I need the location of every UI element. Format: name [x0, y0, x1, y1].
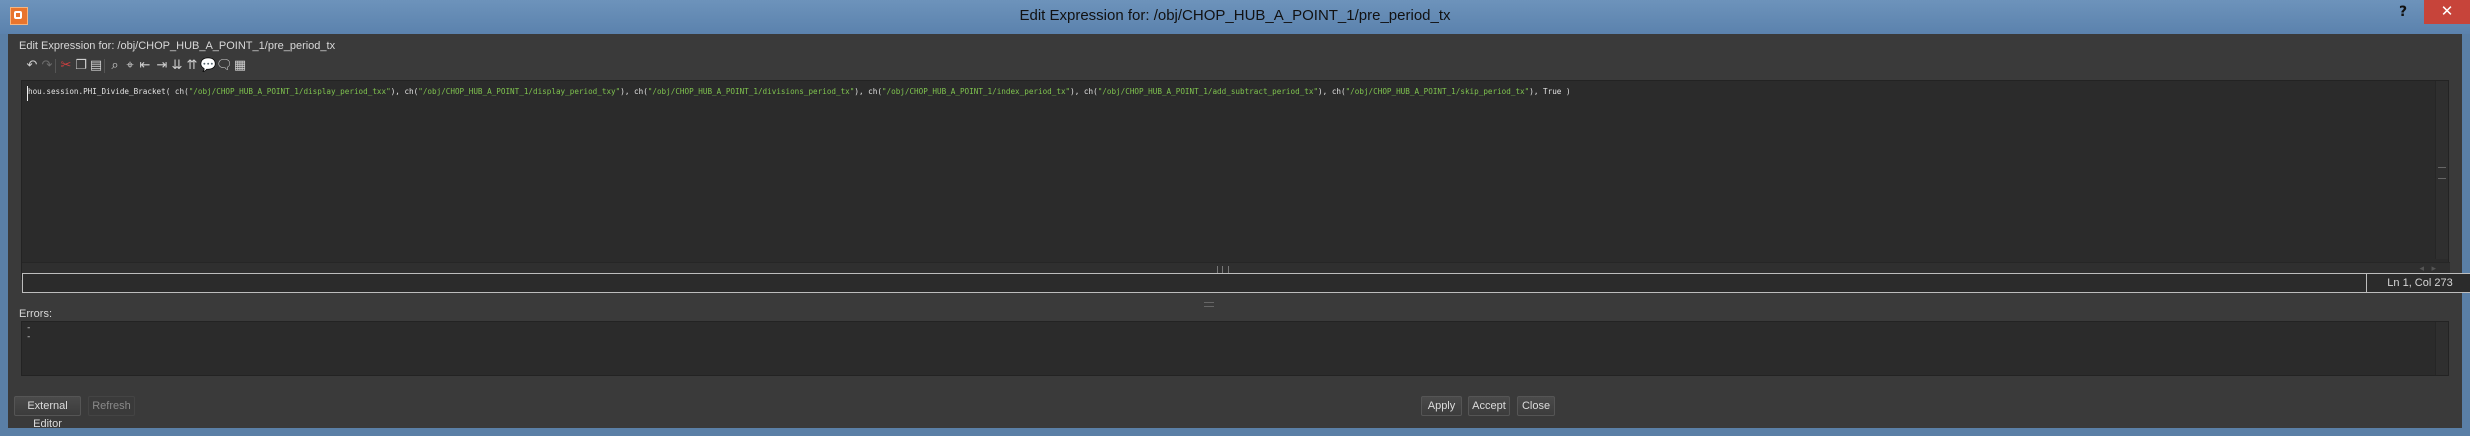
- code-token: ), True ): [1529, 87, 1571, 96]
- code-line-1[interactable]: hou.session.PHI_Divide_Bracket( ch("/obj…: [28, 87, 1571, 96]
- undo-icon[interactable]: ↶: [24, 58, 40, 74]
- errors-label: Errors:: [19, 308, 52, 320]
- code-token: ), ch(: [1318, 87, 1346, 96]
- external-editor-button[interactable]: External Editor: [14, 396, 81, 430]
- scrollbar-grip[interactable]: [2438, 167, 2446, 179]
- refresh-button[interactable]: Refresh: [88, 396, 135, 416]
- close-button[interactable]: Close: [1517, 396, 1555, 416]
- help-button[interactable]: ?: [2395, 4, 2411, 26]
- pane-splitter[interactable]: [1204, 302, 1214, 307]
- errors-output: - -: [21, 321, 2449, 376]
- window-title: Edit Expression for: /obj/CHOP_HUB_A_POI…: [1019, 7, 1451, 24]
- dialog-header: Edit Expression for: /obj/CHOP_HUB_A_POI…: [19, 40, 336, 52]
- speech-bubble-alt-icon[interactable]: 🗨: [216, 58, 233, 74]
- code-token: ), ch(: [1070, 87, 1098, 96]
- redo-icon[interactable]: ↷: [39, 58, 55, 74]
- editor-vertical-scrollbar[interactable]: [2435, 81, 2448, 259]
- code-token: ), ch(: [854, 87, 882, 96]
- expression-editor[interactable]: hou.session.PHI_Divide_Bracket( ch("/obj…: [21, 80, 2450, 280]
- cursor-position-label: Ln 1, Col 273: [2366, 274, 2470, 292]
- copy-icon[interactable]: ❐: [73, 58, 89, 74]
- code-string-literal: "/obj/CHOP_HUB_A_POINT_1/divisions_perio…: [647, 87, 855, 96]
- unindent-icon[interactable]: ⇤: [137, 58, 153, 74]
- toolbar-separator: [55, 59, 56, 73]
- comment-icon[interactable]: ⇊: [169, 58, 185, 74]
- paste-icon[interactable]: ▤: [88, 58, 104, 74]
- status-field: Ln 1, Col 273: [22, 273, 2470, 293]
- window-close-button[interactable]: ✕: [2424, 0, 2470, 24]
- code-string-literal: "/obj/CHOP_HUB_A_POINT_1/add_subtract_pe…: [1097, 87, 1319, 96]
- uncomment-icon[interactable]: ⇈: [184, 58, 200, 74]
- toolbar-separator: [104, 59, 105, 73]
- edit-expression-dialog: Edit Expression for: /obj/CHOP_HUB_A_POI…: [8, 34, 2470, 430]
- errors-vertical-scrollbar[interactable]: [2435, 322, 2448, 375]
- code-token: ), ch(: [390, 87, 419, 96]
- code-token: hou.session.PHI_Divide_Bracket( ch(: [28, 87, 189, 96]
- find-replace-icon[interactable]: ⌖: [122, 58, 138, 74]
- code-string-literal: "/obj/CHOP_HUB_A_POINT_1/index_period_tx…: [881, 87, 1071, 96]
- code-string-literal: "/obj/CHOP_HUB_A_POINT_1/display_period_…: [418, 87, 621, 96]
- find-icon[interactable]: ⌕: [107, 58, 123, 74]
- apply-button[interactable]: Apply: [1421, 396, 1462, 416]
- code-token: ), ch(: [620, 87, 648, 96]
- window-title-bar[interactable]: Edit Expression for: /obj/CHOP_HUB_A_POI…: [0, 0, 2470, 34]
- code-string-literal: "/obj/CHOP_HUB_A_POINT_1/skip_period_tx": [1345, 87, 1530, 96]
- indent-icon[interactable]: ⇥: [154, 58, 170, 74]
- cut-icon[interactable]: ✂: [58, 58, 74, 74]
- script-icon[interactable]: ▦: [232, 58, 248, 74]
- speech-bubble-icon[interactable]: 💬: [200, 58, 216, 74]
- accept-button[interactable]: Accept: [1468, 396, 1510, 416]
- errors-text: - -: [26, 323, 32, 342]
- code-string-literal: "/obj/CHOP_HUB_A_POINT_1/display_period_…: [188, 87, 391, 96]
- window-frame-bottom: [0, 428, 2470, 436]
